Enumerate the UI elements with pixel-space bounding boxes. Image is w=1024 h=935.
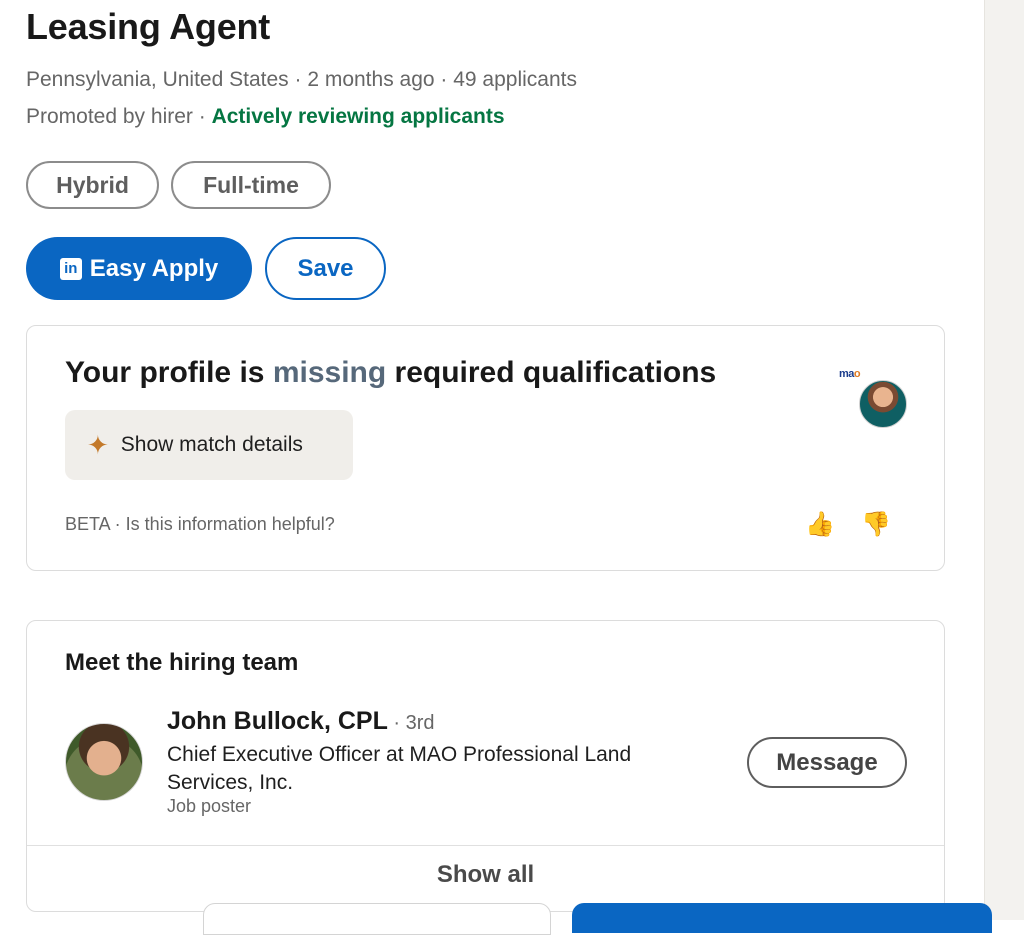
promoted-text: Promoted by hirer · [26, 105, 212, 128]
workplace-tag: Hybrid [26, 161, 159, 209]
connection-degree: · 3rd [387, 712, 435, 734]
hiring-status: Actively reviewing applicants [211, 105, 505, 128]
thumb-up-icon[interactable]: 👍 [805, 510, 835, 539]
job-promoted-line: Promoted by hirer · Actively reviewing a… [26, 105, 505, 129]
match-heading: Your profile is missing required qualifi… [65, 356, 716, 390]
match-heading-pre: Your profile is [65, 356, 273, 389]
avatar[interactable] [65, 723, 143, 801]
message-button[interactable]: Message [747, 737, 907, 788]
easy-apply-button[interactable]: in Easy Apply [26, 237, 252, 300]
show-match-details-button[interactable]: ✦ Show match details [65, 410, 353, 480]
recruiter-avatar [859, 380, 907, 428]
poster-role: Job poster [167, 796, 252, 816]
match-heading-highlight: missing [272, 356, 387, 389]
divider [27, 845, 944, 846]
right-rail [984, 0, 1024, 920]
job-type-tag: Full-time [171, 161, 331, 209]
hiring-team-card: Meet the hiring team John Bullock, CPL ·… [26, 620, 945, 912]
job-title: Leasing Agent [26, 6, 271, 47]
floating-panel[interactable] [203, 903, 551, 935]
easy-apply-label: Easy Apply [89, 254, 219, 282]
save-button[interactable]: Save [265, 237, 386, 300]
sparkle-icon: ✦ [87, 430, 109, 460]
poster-name-line[interactable]: John Bullock, CPL · 3rd [167, 707, 435, 736]
match-logos: mao [839, 368, 919, 428]
messaging-panel[interactable] [572, 903, 992, 933]
match-card: Your profile is missing required qualifi… [26, 325, 945, 571]
company-logo-text-b: o [853, 368, 861, 380]
match-heading-post: required qualifications [386, 356, 717, 389]
linkedin-icon: in [59, 257, 82, 280]
poster-title: Chief Executive Officer at MAO Professio… [167, 743, 632, 794]
hiring-team-heading: Meet the hiring team [65, 649, 299, 676]
company-logo: mao [839, 368, 861, 380]
job-meta-line: Pennsylvania, United States · 2 months a… [26, 68, 577, 91]
beta-feedback-text: BETA · Is this information helpful? [65, 514, 335, 534]
show-match-label: Show match details [120, 433, 303, 456]
thumb-down-icon[interactable]: 👎 [861, 510, 891, 539]
show-all-button[interactable]: Show all [27, 861, 944, 889]
company-logo-text-a: ma [839, 368, 854, 380]
poster-name[interactable]: John Bullock, CPL [167, 707, 388, 735]
